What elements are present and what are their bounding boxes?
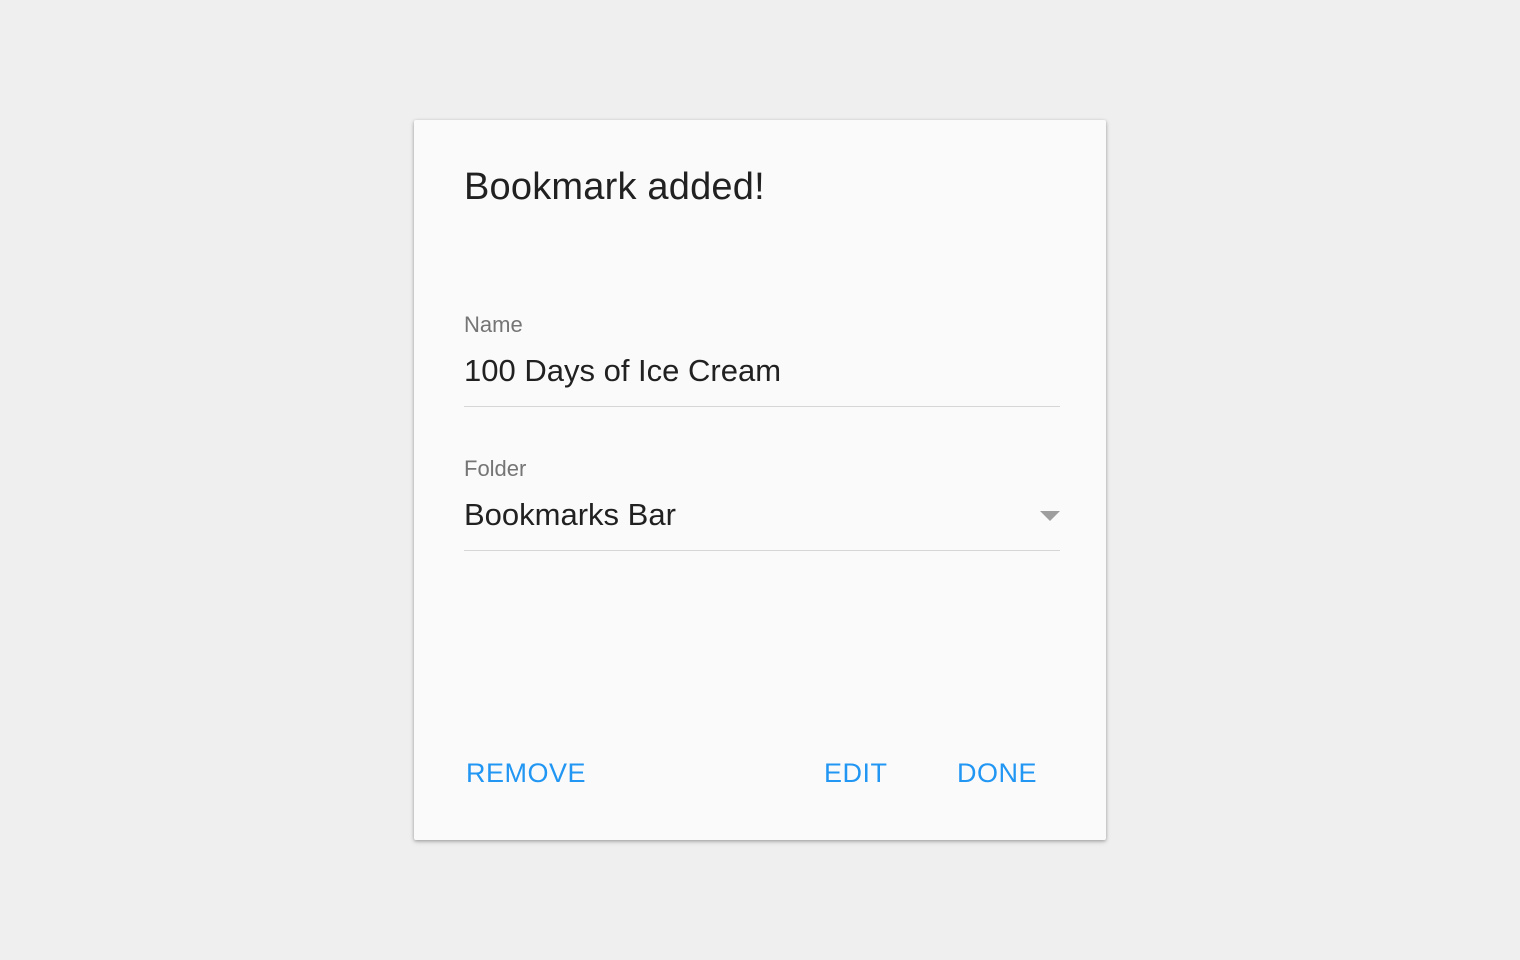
folder-field: Folder Bookmarks Bar: [464, 454, 1060, 551]
edit-button[interactable]: EDIT: [822, 745, 890, 801]
bookmark-dialog: Bookmark added! Name Folder Bookmarks Ba…: [414, 120, 1106, 840]
dialog-actions: REMOVE EDIT DONE: [414, 745, 1106, 801]
name-field: Name: [464, 310, 1060, 407]
dropdown-arrow-icon: [1040, 511, 1060, 523]
page-background: Bookmark added! Name Folder Bookmarks Ba…: [0, 0, 1520, 960]
done-button[interactable]: DONE: [955, 745, 1039, 801]
name-input-container: [464, 340, 1060, 407]
dialog-title: Bookmark added!: [464, 166, 765, 208]
name-label: Name: [464, 312, 523, 337]
folder-select[interactable]: Bookmarks Bar: [464, 484, 1060, 551]
folder-label: Folder: [464, 456, 527, 481]
folder-select-value: Bookmarks Bar: [464, 497, 676, 532]
remove-button[interactable]: REMOVE: [464, 745, 588, 801]
name-input[interactable]: [464, 340, 1060, 402]
